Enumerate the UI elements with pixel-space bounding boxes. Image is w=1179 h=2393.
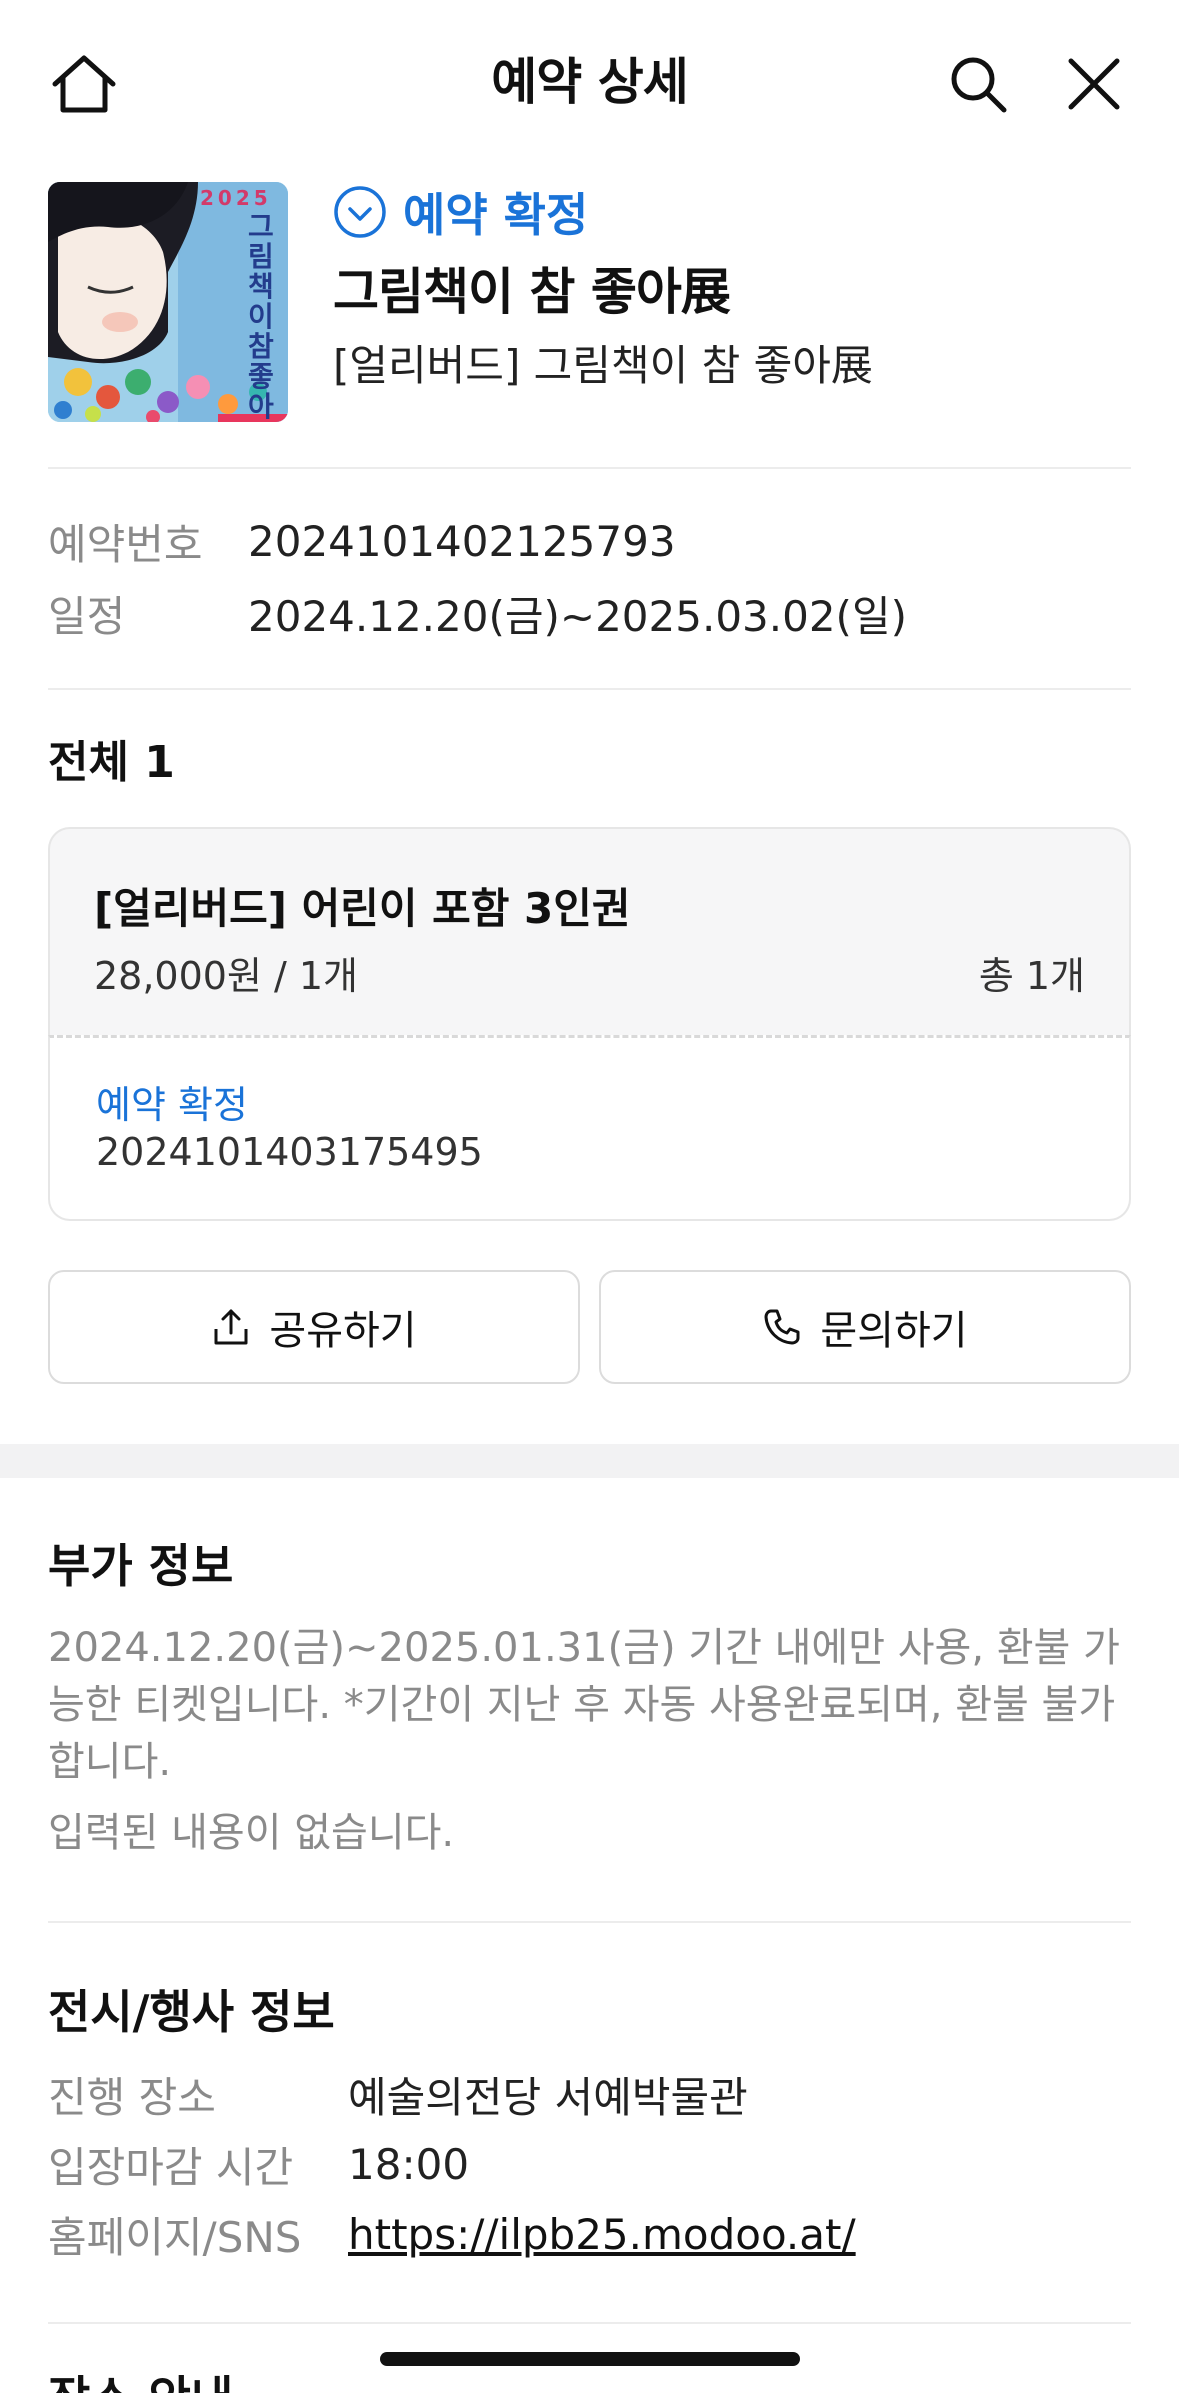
divider — [48, 467, 1131, 469]
share-button[interactable]: 공유하기 — [48, 1270, 580, 1384]
search-icon — [951, 57, 1007, 113]
divider — [48, 688, 1131, 690]
schedule-row: 일정 2024.12.20(금)~2025.03.02(일) — [48, 583, 907, 643]
schedule-value: 2024.12.20(금)~2025.03.02(일) — [248, 591, 907, 641]
ticket-quantity: 총 1개 — [978, 954, 1085, 998]
ticket-number: 2024101403175495 — [96, 1130, 483, 1174]
venue-row: 진행 장소 예술의전당 서예박물관 — [48, 2064, 748, 2124]
status-text: 예약 확정 — [403, 188, 589, 242]
entry-deadline-value: 18:00 — [348, 2139, 470, 2189]
product-title: 그림책이 참 좋아展 — [333, 263, 731, 321]
divider — [48, 2322, 1131, 2324]
additional-info-text: 2024.12.20(금)~2025.01.31(금) 기간 내에만 사용, 환… — [48, 1625, 1120, 1785]
share-label: 공유하기 — [269, 1308, 417, 1354]
additional-info-title: 부가 정보 — [48, 1539, 234, 1593]
booking-number-row: 예약번호 2024101402125793 — [48, 511, 676, 571]
divider — [48, 1921, 1131, 1923]
check-circle-icon — [334, 186, 386, 238]
contact-button[interactable]: 문의하기 — [599, 1270, 1131, 1384]
booking-number: 2024101402125793 — [248, 516, 676, 566]
homepage-row: 홈페이지/SNS https://ilpb25.modoo.at/ — [48, 2204, 856, 2264]
contact-label: 문의하기 — [820, 1308, 968, 1354]
poster-year: 2025 — [200, 186, 272, 210]
homepage-label: 홈페이지/SNS — [48, 2212, 302, 2262]
close-button[interactable] — [1050, 40, 1138, 128]
homepage-link[interactable]: https://ilpb25.modoo.at/ — [348, 2210, 856, 2259]
ticket-card: [얼리버드] 어린이 포함 3인권 28,000원 / 1개 총 1개 — [48, 827, 1131, 1037]
booking-number-label: 예약번호 — [48, 519, 203, 569]
reservation-status: 예약 확정 — [333, 184, 588, 242]
additional-info-empty: 입력된 내용이 없습니다. — [48, 1810, 455, 1856]
ticket-detail: 예약 확정 2024101403175495 — [48, 1035, 1131, 1221]
product-subtitle: [얼리버드] 그림책이 참 좋아展 — [333, 341, 873, 390]
ticket-price: 28,000원 / 1개 — [94, 954, 359, 998]
venue-guide-title: 장소 안내 — [48, 2362, 233, 2393]
section-separator — [0, 1444, 1179, 1478]
product-summary: 2025 그림책이 참 좋아 예약 확정 그림책이 참 좋아展 [얼리버드] 그… — [48, 182, 1131, 422]
event-info-title: 전시/행사 정보 — [48, 1985, 335, 2039]
venue-value: 예술의전당 서예박물관 — [348, 2072, 748, 2122]
schedule-label: 일정 — [48, 591, 126, 641]
entry-deadline-label: 입장마감 시간 — [48, 2142, 294, 2192]
reservation-detail-page: 예약 상세 2025 그림책이 참 좋아 예약 확정 그림책이 참 좋아展 [얼… — [0, 0, 1179, 2393]
ticket-status: 예약 확정 — [96, 1083, 248, 1127]
phone-icon — [764, 1309, 800, 1345]
entry-deadline-row: 입장마감 시간 18:00 — [48, 2134, 469, 2194]
ticket-total-count: 전체 1 — [48, 737, 175, 788]
venue-label: 진행 장소 — [48, 2072, 216, 2122]
home-indicator[interactable] — [380, 2352, 800, 2366]
close-icon — [1068, 58, 1120, 110]
header: 예약 상세 — [0, 0, 1179, 160]
search-button[interactable] — [934, 40, 1022, 128]
ticket-name: [얼리버드] 어린이 포함 3인권 — [94, 884, 631, 933]
poster-image[interactable]: 2025 그림책이 참 좋아 — [48, 182, 288, 422]
share-icon — [214, 1309, 248, 1345]
poster-title: 그림책이 참 좋아 — [248, 210, 274, 422]
